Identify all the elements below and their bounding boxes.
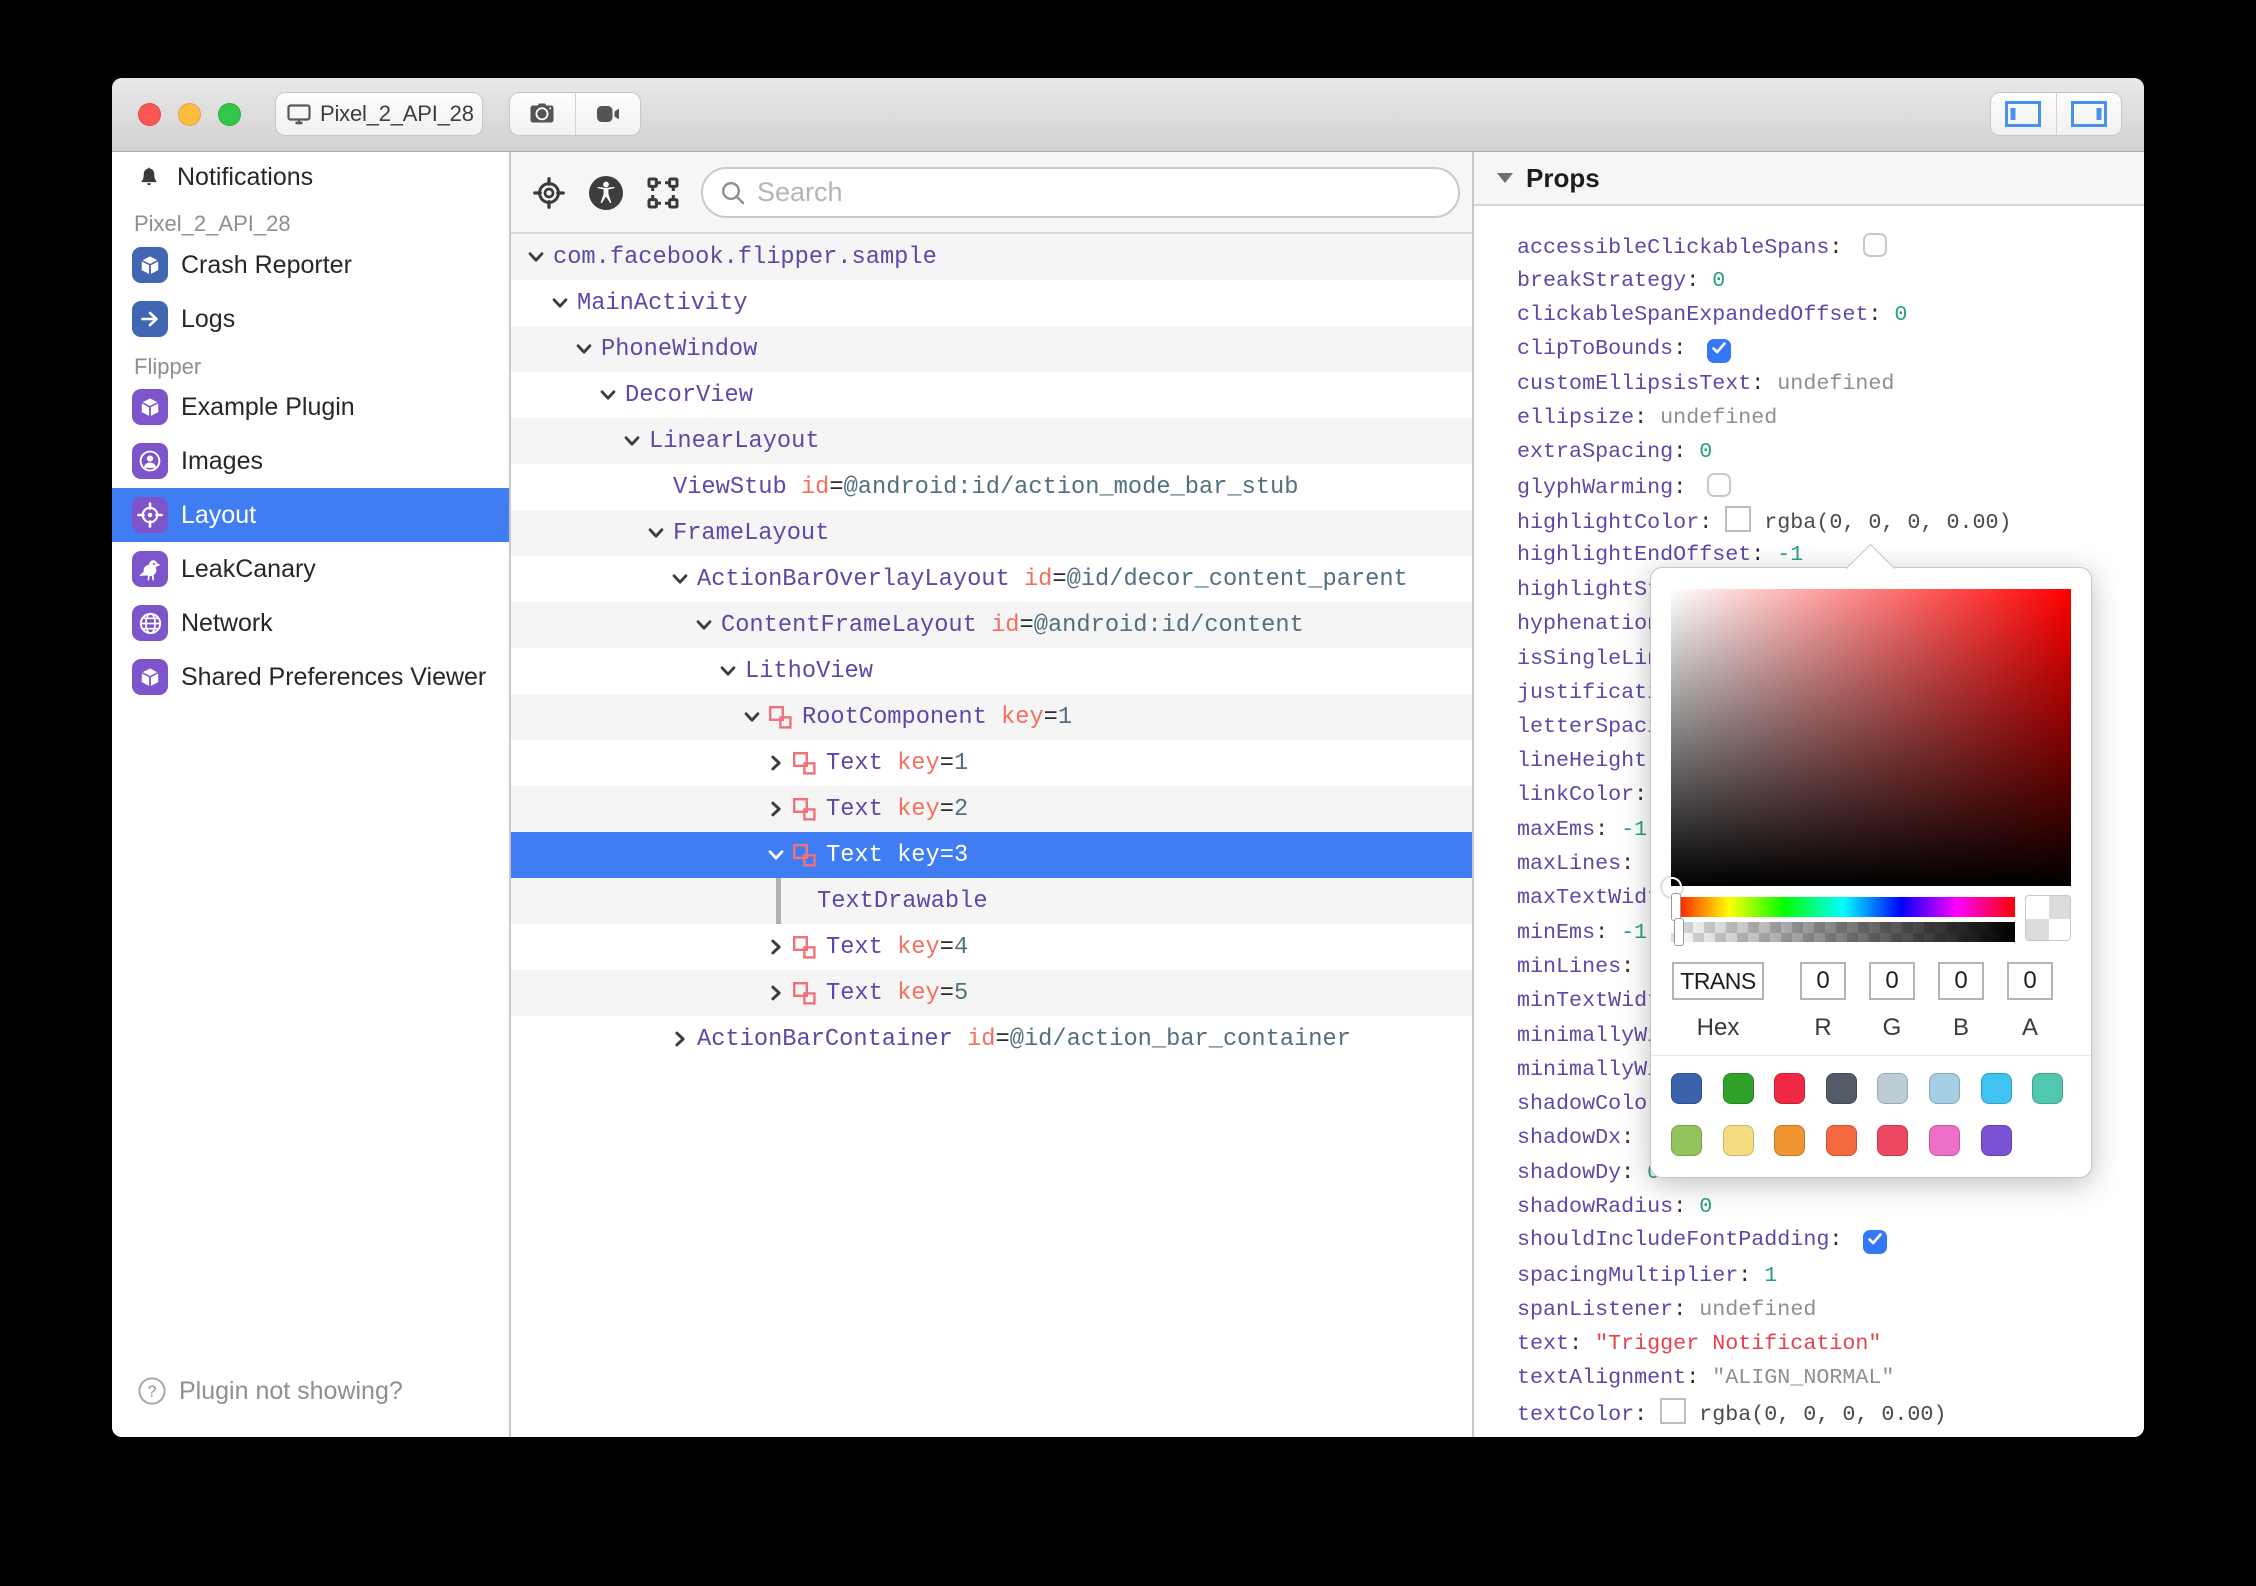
svg-text:?: ?: [148, 1384, 157, 1401]
